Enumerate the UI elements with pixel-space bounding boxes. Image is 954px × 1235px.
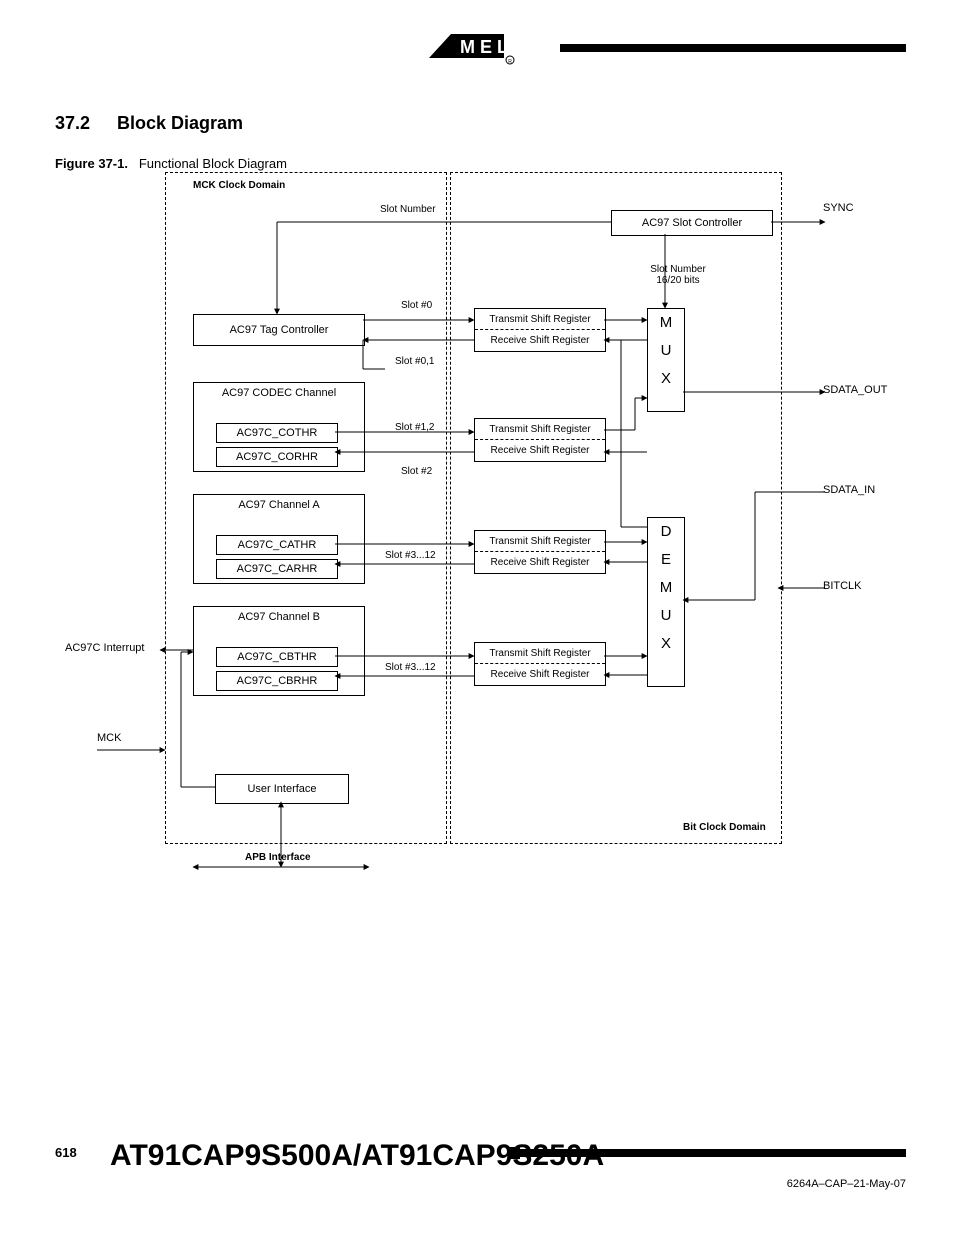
footer-square	[508, 1147, 520, 1159]
figure-number: Figure 37-1.	[55, 156, 128, 171]
page-number: 618	[55, 1145, 77, 1160]
atmel-logo: I M E L R	[425, 28, 535, 71]
block-diagram: MCK Clock Domain Bit Clock Domain AC97 S…	[55, 172, 910, 872]
doc-code: 6264A–CAP–21-May-07	[787, 1178, 906, 1190]
section-number: 37.2	[55, 113, 90, 134]
figure-caption: Functional Block Diagram	[139, 156, 287, 171]
header-row: I M E L R	[0, 28, 906, 70]
header-rule	[560, 44, 906, 52]
svg-text:R: R	[508, 59, 512, 65]
connection-lines	[55, 172, 910, 872]
figure-label: Figure 37-1. Functional Block Diagram	[55, 156, 287, 171]
page: I M E L R 37.2 Block Diagram Figure 37-1…	[0, 0, 954, 1235]
section-title: Block Diagram	[117, 113, 243, 134]
footer-rule	[520, 1149, 906, 1157]
